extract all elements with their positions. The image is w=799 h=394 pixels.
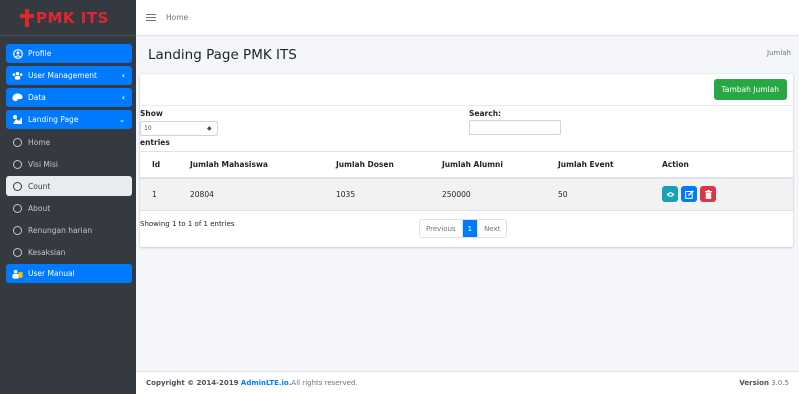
column-header[interactable]: Action xyxy=(650,151,793,179)
sidebar-item-label: Profile xyxy=(28,49,52,58)
table-info: Showing 1 to 1 of 1 entries xyxy=(140,220,235,228)
main-footer: Copyright © 2014-2019 AdminLTE.io. All r… xyxy=(136,371,799,394)
eye-icon xyxy=(666,192,674,197)
sidebar-item-label: Landing Page xyxy=(28,115,79,124)
sort-caret-icon: ◆ xyxy=(207,125,212,132)
circle-icon xyxy=(13,181,22,191)
top-navbar: Home xyxy=(136,0,799,36)
palette-icon xyxy=(12,92,23,103)
chevron-left-icon: ‹ xyxy=(121,93,125,102)
page-1-button[interactable]: 1 xyxy=(461,220,478,237)
page-title: Landing Page PMK ITS xyxy=(148,47,297,63)
circle-icon xyxy=(13,159,22,169)
footer-rights: All rights reserved. xyxy=(291,379,358,387)
sidebar-item-user-manual[interactable]: User Manual xyxy=(6,264,132,283)
column-header[interactable]: Jumlah Alumni xyxy=(430,151,546,179)
sidebar-item-user-management[interactable]: User Management ‹ xyxy=(6,66,132,85)
table-row: 1 20804 1035 250000 50 xyxy=(140,177,793,211)
sidebar-item-label: Home xyxy=(28,137,51,147)
search-input[interactable] xyxy=(469,120,561,135)
cell-jumlah-alumni: 250000 xyxy=(430,177,546,211)
footer-version: Version 3.0.5 xyxy=(739,379,789,387)
card-header: Tambah Jumlah xyxy=(140,74,793,106)
cell-jumlah-mahasiswa: 20804 xyxy=(178,177,324,211)
show-label: Show xyxy=(140,109,163,118)
users-icon xyxy=(12,70,23,81)
sidebar-item-label: Visi Misi xyxy=(28,159,58,169)
user-circle-icon xyxy=(12,48,23,59)
entries-label: entries xyxy=(140,138,170,147)
adminlte-link[interactable]: AdminLTE.io. xyxy=(241,379,292,387)
cell-id: 1 xyxy=(140,177,178,211)
sidebar-item-landing-page[interactable]: Landing Page ⌄ xyxy=(6,110,132,129)
entries-select[interactable]: 10 ◆ xyxy=(140,121,218,136)
landing-icon xyxy=(12,114,23,125)
pagination: Previous 1 Next xyxy=(419,219,508,238)
sidebar-item-label: User Management xyxy=(28,71,97,80)
brand-text: PMK ITS xyxy=(36,8,109,27)
chevron-left-icon: ‹ xyxy=(121,71,125,80)
table-header-row: Id Jumlah Mahasiswa Jumlah Dosen Jumlah … xyxy=(140,151,793,179)
action-buttons xyxy=(662,186,781,203)
sidebar-item-count[interactable]: Count xyxy=(6,176,132,196)
chevron-down-icon: ⌄ xyxy=(119,115,125,124)
sidebar-item-renungan-harian[interactable]: Renungan harian xyxy=(6,220,132,240)
sidebar-item-data[interactable]: Data ‹ xyxy=(6,88,132,107)
sidebar-item-profile[interactable]: Profile xyxy=(6,44,132,63)
column-header[interactable]: Id xyxy=(140,151,178,179)
menu-toggle-icon[interactable] xyxy=(146,13,156,22)
circle-icon xyxy=(13,247,22,257)
trash-icon xyxy=(704,189,712,199)
column-header[interactable]: Jumlah Mahasiswa xyxy=(178,151,324,179)
main-sidebar: PMK ITS Profile User Management ‹ Data ‹ xyxy=(0,0,136,394)
previous-page-button[interactable]: Previous xyxy=(420,220,462,237)
sidebar-item-label: User Manual xyxy=(28,269,75,278)
search-label: Search: xyxy=(469,109,502,118)
breadcrumb: Jumlah xyxy=(767,49,791,57)
sidebar-item-label: About xyxy=(28,203,51,213)
next-page-button[interactable]: Next xyxy=(477,220,507,237)
brand-link[interactable]: PMK ITS xyxy=(0,0,136,36)
user-manual-icon xyxy=(12,268,23,279)
footer-copyright: Copyright © 2014-2019 AdminLTE.io. xyxy=(146,379,292,387)
column-header[interactable]: Jumlah Event xyxy=(546,151,650,179)
sidebar-item-home[interactable]: Home xyxy=(6,132,132,152)
cell-jumlah-event: 50 xyxy=(546,177,650,211)
add-jumlah-button[interactable]: Tambah Jumlah xyxy=(713,79,787,100)
sidebar-item-kesaksian[interactable]: Kesaksian xyxy=(6,242,132,262)
edit-button[interactable] xyxy=(681,186,697,203)
column-header[interactable]: Jumlah Dosen xyxy=(324,151,430,179)
sidebar-item-about[interactable]: About xyxy=(6,198,132,218)
sidebar-item-label: Count xyxy=(28,181,51,191)
cell-action xyxy=(650,177,793,211)
entries-value: 10 xyxy=(144,125,152,132)
circle-icon xyxy=(13,225,22,235)
cross-icon xyxy=(20,8,34,27)
sidebar-item-label: Renungan harian xyxy=(28,225,93,235)
circle-icon xyxy=(13,203,22,213)
delete-button[interactable] xyxy=(700,186,716,203)
sidebar-nav: Profile User Management ‹ Data ‹ Landing… xyxy=(0,36,136,283)
sidebar-item-label: Data xyxy=(28,93,46,102)
jumlah-card: Tambah Jumlah Show 10 ◆ entries Search: … xyxy=(140,74,793,247)
sidebar-item-label: Kesaksian xyxy=(28,247,66,257)
navbar-home-link[interactable]: Home xyxy=(166,13,188,22)
sidebar-item-visi-misi[interactable]: Visi Misi xyxy=(6,154,132,174)
edit-icon xyxy=(684,189,694,199)
cell-jumlah-dosen: 1035 xyxy=(324,177,430,211)
view-button[interactable] xyxy=(662,186,678,203)
circle-icon xyxy=(13,137,22,147)
jumlah-table: Id Jumlah Mahasiswa Jumlah Dosen Jumlah … xyxy=(140,151,793,211)
